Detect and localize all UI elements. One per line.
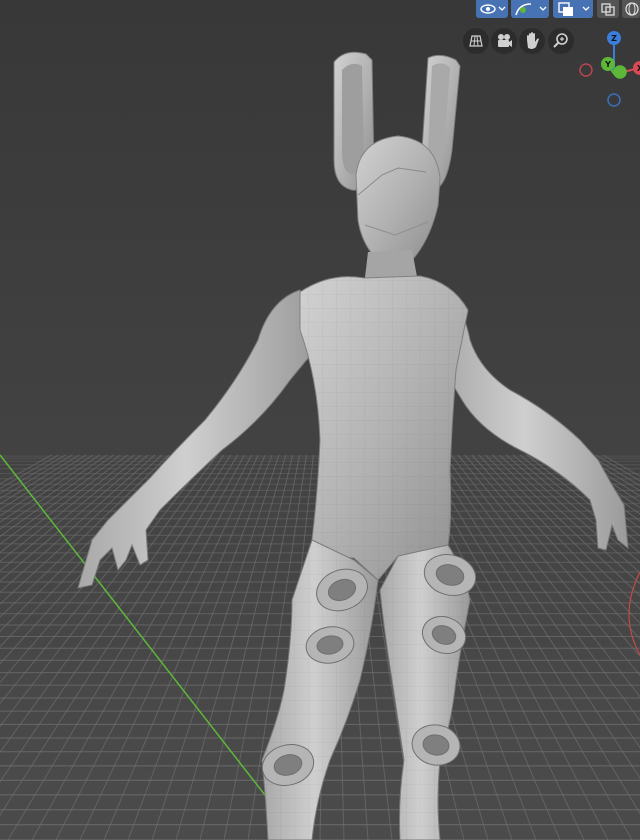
viewport-gizmos-icon: [515, 3, 547, 16]
wireframe-shading-icon: [625, 2, 639, 16]
view-object-types-button[interactable]: [476, 0, 508, 18]
gizmo-z-label: Z: [611, 34, 617, 43]
view-object-types-icon: [480, 4, 506, 14]
grid-icon: [469, 35, 483, 47]
zoom-icon: [553, 33, 568, 48]
overlays-button[interactable]: [553, 0, 593, 18]
xray-toggle-button[interactable]: [597, 0, 619, 18]
wireframe-shading-button[interactable]: [622, 0, 640, 18]
gizmo-neg-z-axis[interactable]: [607, 93, 621, 107]
gizmo-neg-x-axis[interactable]: [579, 63, 593, 77]
3d-viewport[interactable]: [0, 0, 640, 840]
pan-view-button[interactable]: [519, 28, 545, 54]
gizmo-y-label: Y: [604, 60, 611, 69]
hand-icon: [527, 32, 539, 49]
navigation-gizmo[interactable]: Z Y X: [576, 24, 640, 114]
camera-view-button[interactable]: [491, 28, 517, 54]
gizmo-neg-y-axis[interactable]: [613, 65, 627, 79]
viewport-gizmos-button[interactable]: [511, 0, 549, 18]
camera-icon: [498, 34, 512, 47]
toggle-grid-view-button[interactable]: [463, 28, 489, 54]
xray-toggle-icon: [601, 3, 615, 16]
overlays-icon: [558, 2, 590, 16]
zoom-view-button[interactable]: [548, 28, 574, 54]
